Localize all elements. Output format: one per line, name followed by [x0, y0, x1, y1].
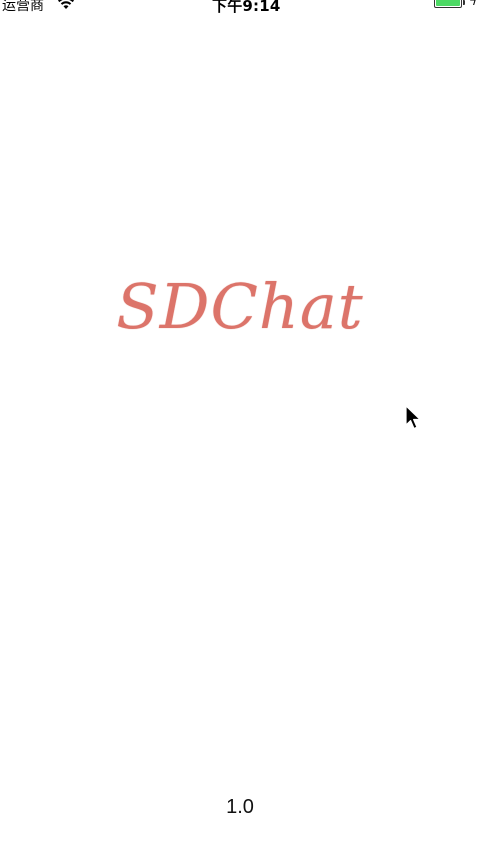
carrier-label: 运营商 — [2, 0, 44, 14]
battery-level — [436, 0, 460, 6]
battery-tip — [463, 0, 465, 5]
splash-screen: 运营商 下午9:14 ϟ SDChat 1.0 — [0, 0, 480, 854]
status-bar: 运营商 下午9:14 ϟ — [0, 0, 480, 15]
battery-icon — [434, 0, 462, 8]
version-label: 1.0 — [226, 796, 254, 818]
status-time: 下午9:14 — [212, 0, 281, 15]
wifi-icon — [58, 0, 74, 9]
pointer-arrow-icon — [405, 405, 421, 430]
app-logo-text: SDChat — [116, 270, 364, 343]
charging-bolt-icon: ϟ — [469, 0, 477, 8]
